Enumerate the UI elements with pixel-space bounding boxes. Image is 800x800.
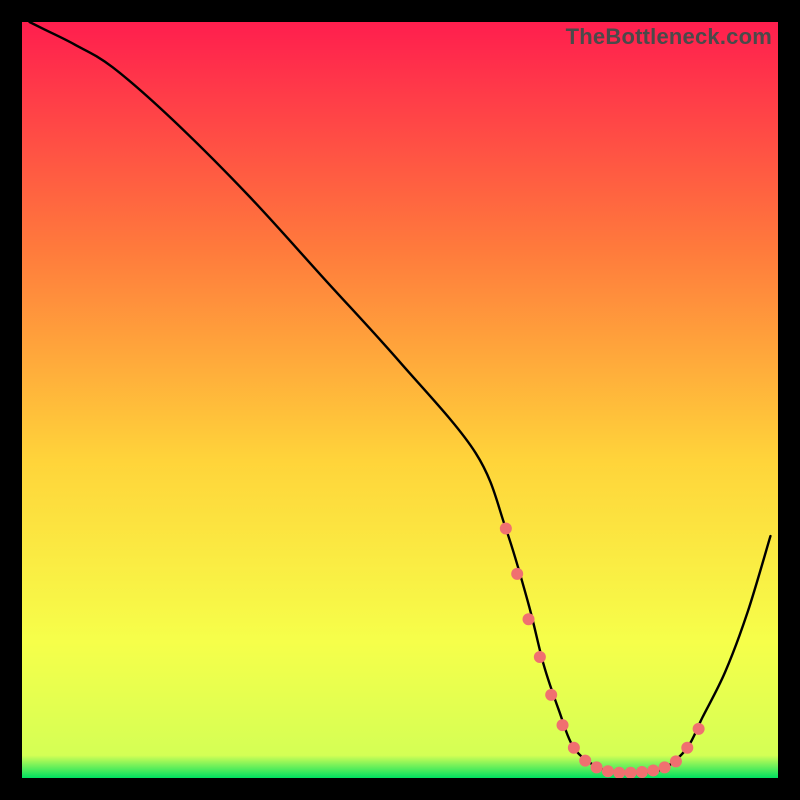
chart-svg [22, 22, 778, 778]
marker-dot [523, 613, 535, 625]
marker-dot [579, 755, 591, 767]
marker-dot [602, 765, 614, 777]
marker-dot [693, 723, 705, 735]
marker-dot [670, 755, 682, 767]
watermark-text: TheBottleneck.com [566, 24, 772, 50]
marker-dot [534, 651, 546, 663]
marker-dot [591, 761, 603, 773]
gradient-bg [22, 22, 778, 778]
marker-dot [500, 523, 512, 535]
marker-dot [647, 764, 659, 776]
marker-dot [557, 719, 569, 731]
marker-dot [636, 766, 648, 778]
marker-dot [681, 742, 693, 754]
marker-dot [545, 689, 557, 701]
marker-dot [511, 568, 523, 580]
marker-dot [568, 742, 580, 754]
marker-dot [659, 761, 671, 773]
chart-frame: TheBottleneck.com [22, 22, 778, 778]
